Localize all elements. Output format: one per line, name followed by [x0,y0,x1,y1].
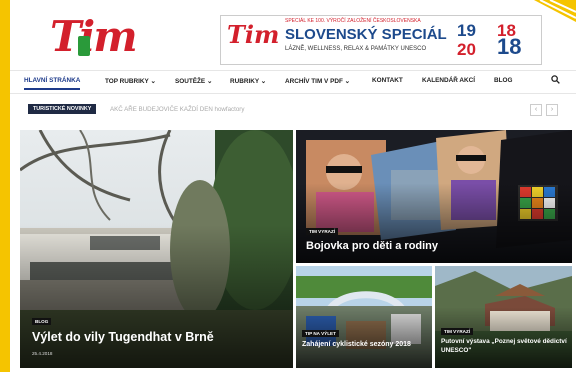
nav-blog[interactable]: BLOG [494,77,512,84]
nav-top-rubriky[interactable]: TOP RUBRIKY ⌄ [105,77,156,85]
nav-archiv-pdf[interactable]: ARCHÍV TIM V PDF ⌄ [285,77,350,85]
feature-tile-villa[interactable]: BLOG Výlet do vily Tugendhat v Brně 25.4… [20,130,293,368]
tile-badge[interactable]: TIP NA VÝLET [302,330,339,337]
feature-tile-bojovka[interactable]: TIM VYRAZÍ Bojovka pro děti a rodiny [296,130,572,263]
nav-kalendar-akci[interactable]: KALENDÁŘ AKCÍ [422,77,475,84]
tile-title[interactable]: Zahájení cyklistické sezóny 2018 [302,340,426,349]
site-logo[interactable]: Tim [50,12,142,61]
tile-badge[interactable]: TIM VYRAZÍ [306,228,339,235]
nav-rubriky[interactable]: RUBRIKY ⌄ [230,77,266,85]
ticker-next-button[interactable]: › [546,104,558,116]
banner-subtitle: LÁZNĚ, WELLNESS, RELAX & PAMÁTKY UNESCO [285,46,427,52]
nav-home[interactable]: HLAVNÍ STRÁNKA [24,77,81,90]
nav-kontakt[interactable]: KONTAKT [372,77,403,84]
page-frame: Tim Tim SPECIÁL KE 100. VÝROČÍ ZALOŽENÍ … [10,0,576,372]
feature-tile-cyklo[interactable]: TIP NA VÝLET Zahájení cyklistické sezóny… [296,266,432,368]
nav-souteze[interactable]: SOUTĚŽE ⌄ [175,77,212,85]
tile-title[interactable]: Putovní výstava „Poznej světové dědictví… [441,338,567,355]
banner-logo: Tim [227,20,280,49]
ticker-text[interactable]: AKČ AŘE BUDEJOVIČE KAŽDÍ DEN howfactory [110,106,244,113]
year-top-left: 19 [457,21,476,40]
tile-gradient [20,225,293,368]
promo-banner[interactable]: Tim SPECIÁL KE 100. VÝROČÍ ZALOŽENÍ ČESK… [220,15,542,65]
ticker-prev-button[interactable]: ‹ [530,104,542,116]
year-bottom-right: 18 [497,34,522,59]
year-bottom-left: 20 [457,40,476,59]
banner-kicker: SPECIÁL KE 100. VÝROČÍ ZALOŽENÍ ČESKOSLO… [285,18,421,24]
search-icon[interactable] [551,75,560,84]
tile-gradient [296,306,432,368]
tile-title[interactable]: Bojovka pro děti a rodiny [306,240,438,252]
tile-badge[interactable]: TIM VYRAZÍ [441,328,474,335]
main-nav: HLAVNÍ STRÁNKA TOP RUBRIKY ⌄ SOUTĚŽE ⌄ R… [10,70,576,94]
site-logo-text: Tim [50,12,138,61]
ticker-tag: TURISTICKÉ NOVINKY [28,104,97,114]
feature-tile-unesco[interactable]: TIM VYRAZÍ Putovní výstava „Poznej světo… [435,266,572,368]
logo-mark [78,36,90,56]
banner-years: 19 18 20 18 [453,20,537,60]
tile-date: 25.4.2018 [32,351,53,356]
news-ticker: TURISTICKÉ NOVINKY AKČ AŘE BUDEJOVIČE KA… [28,104,568,116]
banner-title: SLOVENSKÝ SPECIÁL [285,26,447,43]
tile-badge[interactable]: BLOG [32,318,52,325]
tile-title[interactable]: Výlet do vily Tugendhat v Brně [32,330,214,344]
